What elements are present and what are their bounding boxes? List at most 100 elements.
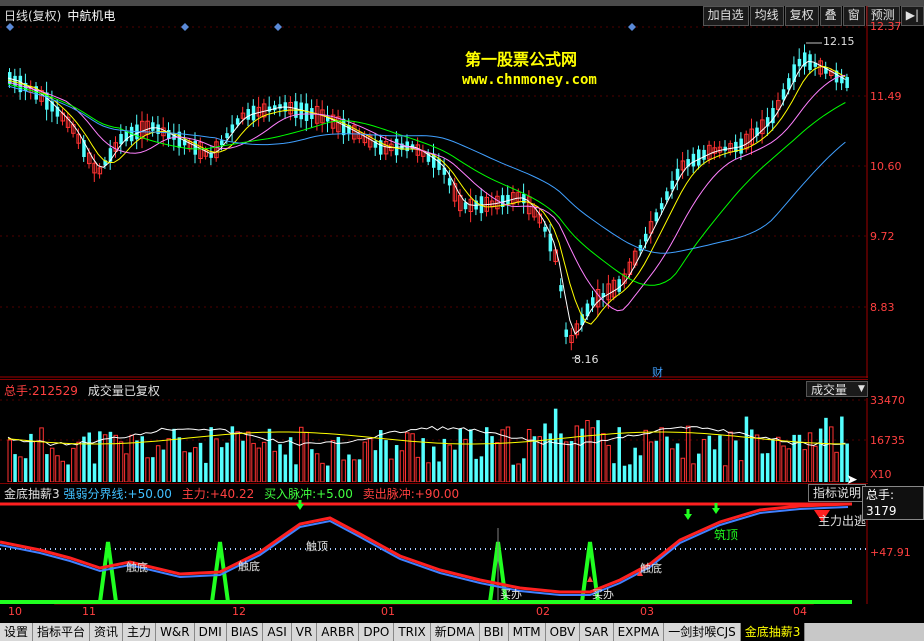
volume-bar <box>495 442 500 482</box>
volume-bar <box>622 465 627 482</box>
volume-bar <box>320 462 325 482</box>
volume-bar <box>458 428 462 482</box>
tab-6[interactable]: BIAS <box>226 623 264 641</box>
volume-bar <box>235 431 240 482</box>
candle-body <box>564 329 568 337</box>
price-axis-label: 12.37 <box>870 20 902 33</box>
buy-pulse <box>98 541 118 603</box>
volume-bar <box>442 438 447 482</box>
tab-0[interactable]: 设置 <box>0 623 34 641</box>
volume-bar <box>145 457 150 482</box>
volume-bar <box>49 447 55 482</box>
volume-bar <box>532 436 537 482</box>
volume-bar <box>373 450 378 482</box>
panel-divider <box>0 483 868 484</box>
escape-annotation: 主力出逃 <box>818 514 867 528</box>
tab-2[interactable]: 资讯 <box>90 623 124 641</box>
candle-body <box>151 122 155 131</box>
volume-bar <box>643 429 648 482</box>
volume-bar <box>294 464 298 482</box>
volume-bar <box>628 464 632 482</box>
volume-bar <box>98 431 102 482</box>
tab-4[interactable]: W&R <box>156 623 195 641</box>
moving-average-line <box>7 60 846 335</box>
event-marker-icon <box>628 23 636 31</box>
volume-bar <box>261 441 267 482</box>
volume-bar <box>166 438 171 482</box>
volume-chart[interactable] <box>0 398 868 482</box>
tab-13[interactable]: BBI <box>479 623 509 641</box>
chevron-down-icon[interactable]: ▼ <box>858 381 865 397</box>
volume-bar <box>638 455 643 482</box>
tab-8[interactable]: VR <box>291 623 318 641</box>
volume-bar <box>108 431 113 482</box>
low-price-label: 8.16 <box>574 353 599 366</box>
volume-bar <box>102 434 108 482</box>
volume-bar <box>182 451 187 482</box>
volume-bar <box>367 438 373 482</box>
watermark-title: 第一股票公式网 <box>465 50 578 69</box>
tab-9[interactable]: ARBR <box>317 623 360 641</box>
volume-bar <box>399 450 405 482</box>
arrow-down-icon <box>684 509 692 520</box>
volume-bar <box>129 434 134 482</box>
finance-marker[interactable]: 财 <box>652 364 663 380</box>
bottom-annotation: 触底 <box>126 561 148 574</box>
volume-bar <box>754 434 760 482</box>
price-chart[interactable] <box>0 6 868 378</box>
top-annotation: 触顶 <box>306 540 328 553</box>
buy-annotation: 买办 <box>592 588 614 601</box>
moving-average-line <box>7 83 846 286</box>
volume-bar <box>246 431 251 482</box>
tab-11[interactable]: TRIX <box>394 623 431 641</box>
indicator-chart[interactable] <box>0 500 868 604</box>
volume-bar <box>299 426 304 482</box>
volume-bar <box>76 441 81 482</box>
moving-average-line <box>7 85 846 254</box>
tab-3[interactable]: 主力 <box>123 623 157 641</box>
tab-18[interactable]: 一剑封喉CJS <box>664 623 741 641</box>
event-marker-icon <box>181 23 189 31</box>
candle-body <box>246 109 250 120</box>
volume-bar <box>697 453 701 482</box>
tab-14[interactable]: MTM <box>508 623 546 641</box>
volume-bar <box>278 444 282 482</box>
tab-17[interactable]: EXPMA <box>613 623 665 641</box>
volume-total-label: 总手: <box>4 384 33 398</box>
candle-body <box>235 118 240 125</box>
volume-bar <box>198 442 203 482</box>
tab-15[interactable]: OBV <box>545 623 581 641</box>
tab-16[interactable]: SAR <box>580 623 614 641</box>
volume-axis-label: 16735 <box>870 434 905 447</box>
volume-bar <box>723 465 728 482</box>
tab-10[interactable]: DPO <box>359 623 395 641</box>
time-axis-label: 01 <box>381 605 395 618</box>
indicator-sell-label: 卖出脉冲: <box>362 487 415 501</box>
candle-body <box>670 180 674 190</box>
volume-tooltip: 总手: 3179 <box>862 486 924 520</box>
moving-average-line <box>7 74 846 312</box>
tab-7[interactable]: ASI <box>263 623 292 641</box>
high-price-label: 12.15 <box>823 35 855 48</box>
volume-bar <box>479 456 484 482</box>
tab-5[interactable]: DMI <box>194 623 227 641</box>
volume-bar <box>447 444 452 482</box>
tab-1[interactable]: 指标平台 <box>33 623 91 641</box>
candle-body <box>273 105 277 111</box>
volume-bar <box>617 427 621 482</box>
volume-bar <box>691 463 696 482</box>
volume-bar <box>511 464 515 482</box>
tab-12[interactable]: 新DMA <box>430 623 480 641</box>
volume-bar <box>389 458 394 482</box>
candle-body <box>304 103 309 121</box>
tab-19[interactable]: 金底抽薪3 <box>740 623 806 641</box>
volume-axis-label: X10 <box>870 468 892 481</box>
volume-bar <box>288 437 293 482</box>
volume-bar <box>734 440 738 482</box>
volume-bar <box>553 408 558 482</box>
volume-bar <box>341 459 346 482</box>
volume-bar <box>574 425 580 482</box>
candle-body <box>167 129 171 140</box>
volume-bar <box>34 440 39 482</box>
volume-bar <box>357 459 362 482</box>
